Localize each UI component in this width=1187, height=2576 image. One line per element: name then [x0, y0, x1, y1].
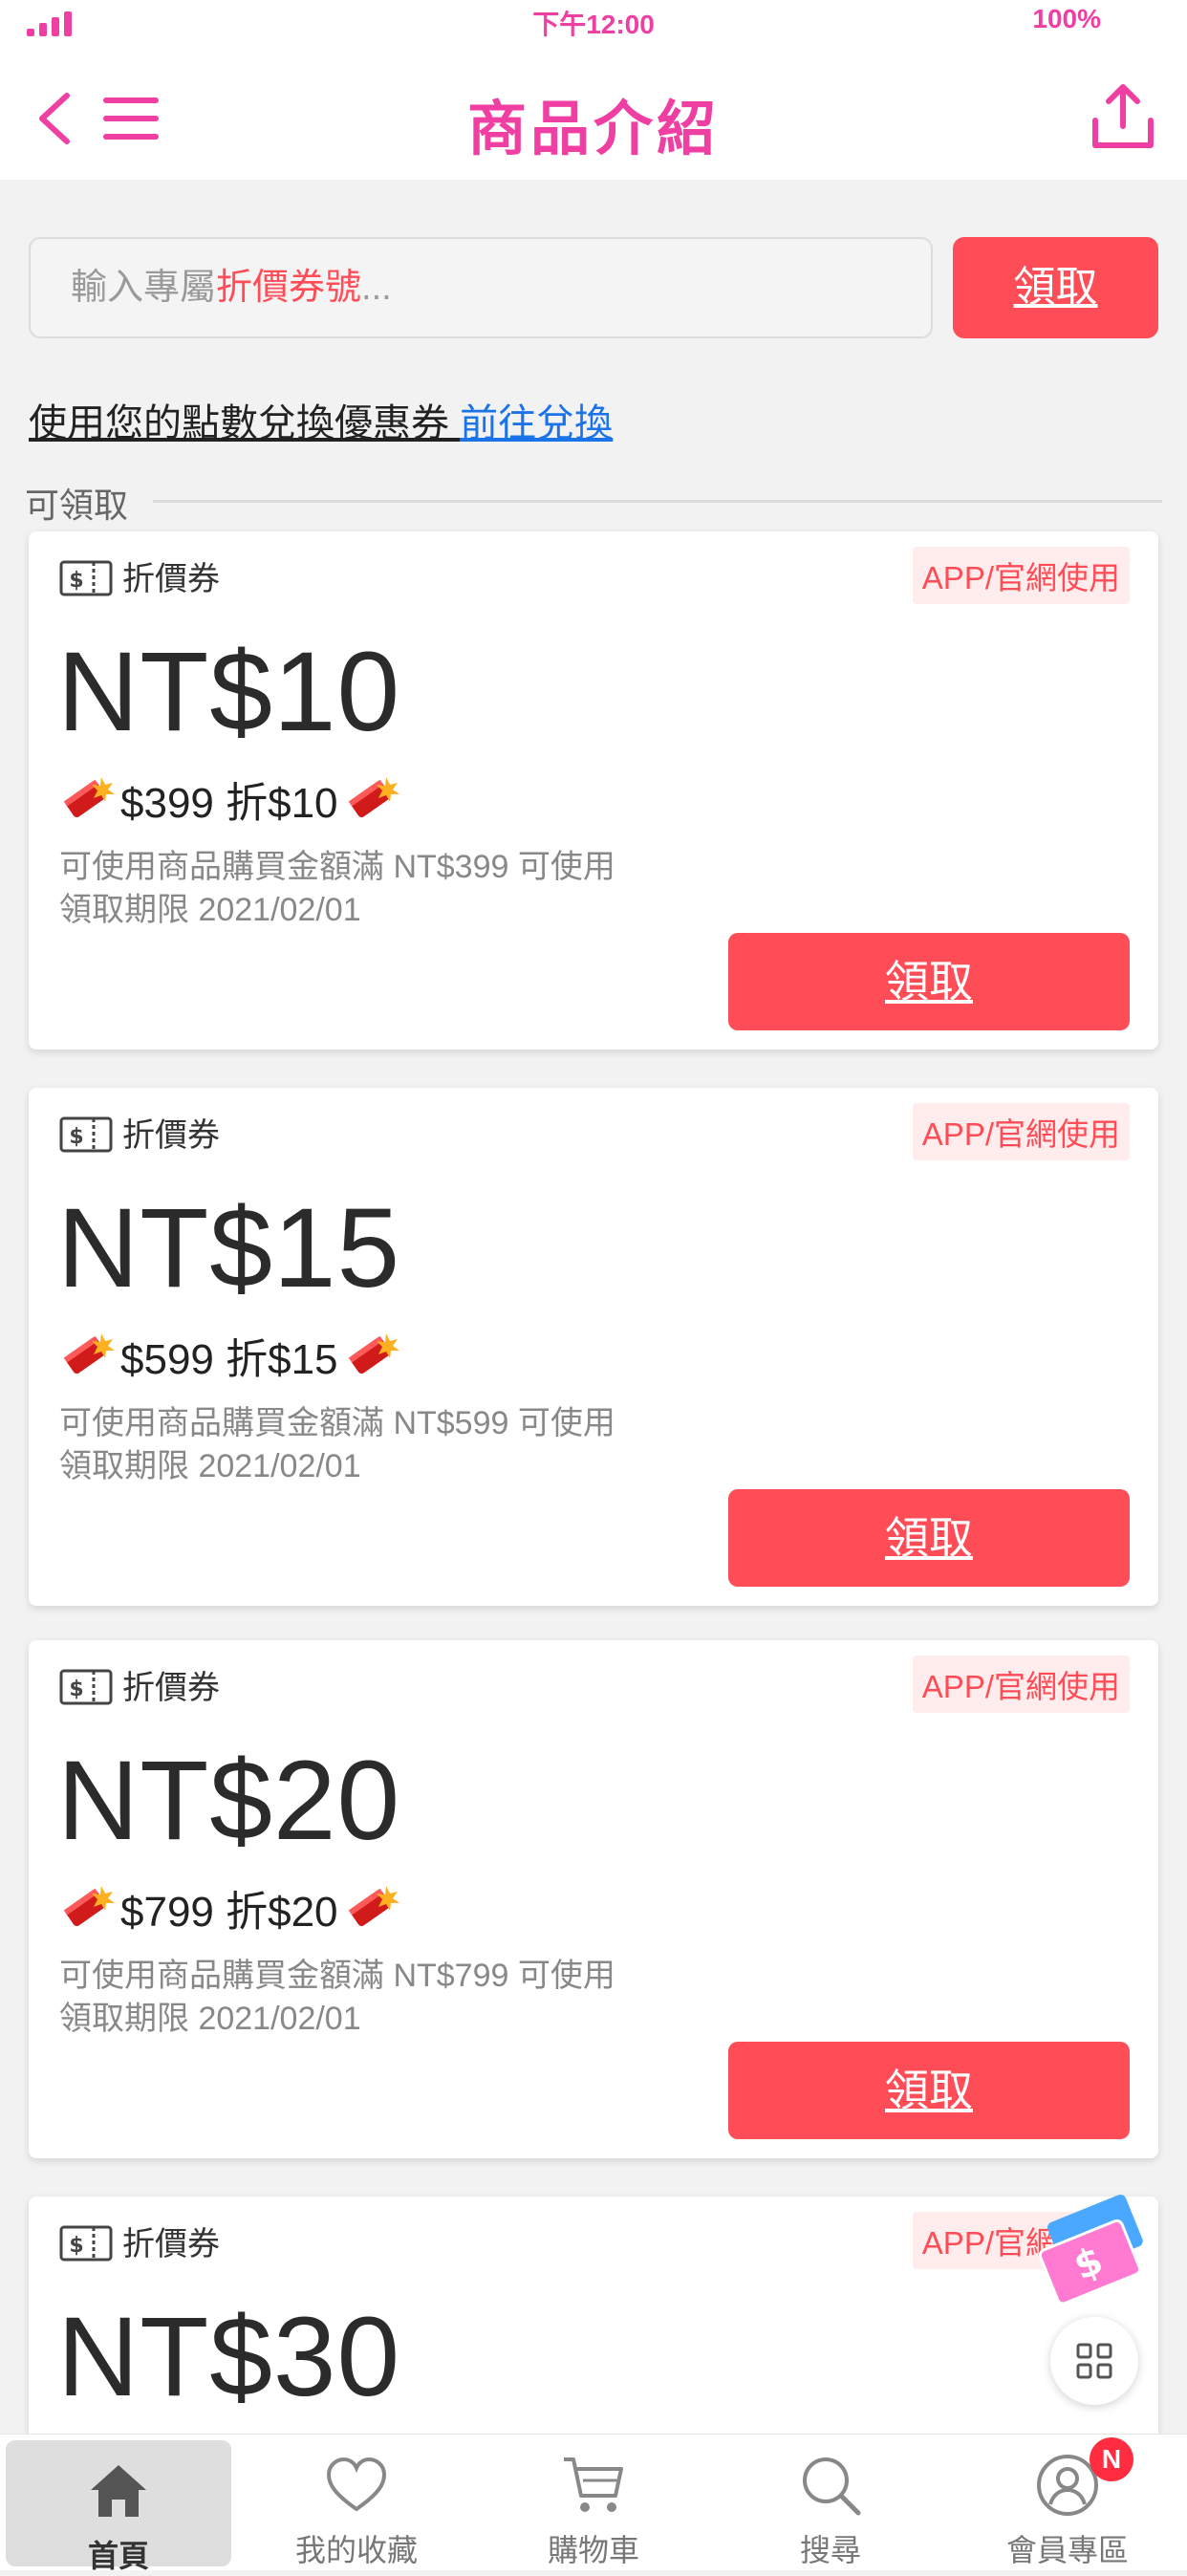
- firecracker-icon: [348, 777, 399, 818]
- nav-label: 購物車: [547, 2533, 639, 2567]
- ticket-icon: $: [59, 1116, 113, 1153]
- coupon-card: $ 折價券 APP/官網使用 NT$10 $399 折$10 可使用商品購買金額滿 NT$…: [29, 531, 1158, 1050]
- firecracker-icon: [63, 1886, 115, 1927]
- coupon-condition: 可使用商品購買金額滿 NT$799 可使用: [59, 1958, 615, 1994]
- svg-text:$: $: [69, 1678, 83, 1701]
- usage-tag: APP/官網使用: [912, 1656, 1130, 1713]
- coupon-amount: NT$15: [57, 1185, 401, 1311]
- promo-line: $599 折$15: [57, 1325, 401, 1386]
- coupon-type: 折價券: [122, 2226, 220, 2262]
- coupon-type: 折價券: [122, 1670, 220, 1706]
- coupon-type: 折價券: [122, 1117, 220, 1154]
- placeholder-highlight: 折價券號: [216, 268, 362, 308]
- page-title: 商品介紹: [466, 97, 720, 162]
- coupon-deadline: 領取期限 2021/02/01: [59, 1448, 361, 1484]
- firecracker-icon: [348, 1886, 399, 1927]
- nav-member[interactable]: 會員專區: [949, 2435, 1186, 2570]
- status-time: 下午12:00: [532, 10, 655, 39]
- claim-coupon-button[interactable]: 領取: [728, 2042, 1130, 2139]
- firecracker-icon: [63, 777, 115, 818]
- claim-coupon-button[interactable]: 領取: [728, 933, 1130, 1030]
- sale-coupon-icon[interactable]: $: [1023, 2189, 1156, 2313]
- promo-text: $399 折$10: [120, 780, 338, 827]
- search-icon: [803, 2457, 861, 2516]
- coupon-amount: NT$10: [57, 629, 401, 755]
- claim-code-button[interactable]: 領取: [953, 237, 1158, 338]
- ticket-icon: $: [59, 2225, 113, 2262]
- bottom-nav: 首頁 我的收藏 購物車 搜尋 會員專區: [0, 2434, 1187, 2573]
- ticket-icon: $: [59, 560, 113, 596]
- promo-text: $599 折$15: [120, 1336, 338, 1383]
- nav-favorites[interactable]: 我的收藏: [238, 2435, 475, 2570]
- section-divider: [153, 500, 1162, 503]
- coupon-condition: 可使用商品購買金額滿 NT$399 可使用: [59, 849, 615, 885]
- promo-line: $799 折$20: [57, 1877, 401, 1938]
- home-icon: [91, 2465, 146, 2517]
- placeholder-prefix: 輸入專屬: [71, 268, 217, 308]
- coupon-card: $ 折價券 APP/官網使用 NT$15 $599 折$15 可使用商品購買金額滿 NT$…: [29, 1088, 1158, 1606]
- svg-text:$: $: [69, 2234, 83, 2258]
- section-label: 可領取: [25, 486, 129, 525]
- svg-text:$: $: [69, 1125, 83, 1149]
- placeholder-suffix: ...: [361, 268, 392, 308]
- points-exchange-line: 使用您的點數兌換優惠券 前往兌換: [29, 392, 613, 447]
- coupon-card: $ 折價券 APP/官網使用 NT$20 $799 折$20 可使用商品購買金額滿 NT$…: [29, 1640, 1158, 2158]
- nav-search[interactable]: 搜尋: [712, 2435, 949, 2570]
- app-header: 商品介紹: [0, 42, 1187, 180]
- firecracker-icon: [348, 1333, 399, 1375]
- heart-icon: [326, 2457, 387, 2512]
- claim-coupon-button[interactable]: 領取: [728, 1489, 1130, 1587]
- firecracker-icon: [63, 1333, 115, 1375]
- coupon-amount: NT$30: [57, 2294, 401, 2420]
- exchange-link[interactable]: 前往兌換: [460, 402, 613, 444]
- usage-tag: APP/官網使用: [912, 1103, 1130, 1160]
- coupon-deadline: 領取期限 2021/02/01: [59, 892, 361, 928]
- notification-badge: N: [1090, 2437, 1133, 2481]
- nav-home[interactable]: 首頁: [6, 2440, 231, 2573]
- coupon-condition: 可使用商品購買金額滿 NT$599 可使用: [59, 1405, 615, 1441]
- status-bar: 下午12:00 100%: [0, 0, 1187, 42]
- coupon-code-input[interactable]: 輸入專屬折價券號...: [29, 237, 933, 338]
- coupon-amount: NT$20: [57, 1738, 401, 1864]
- promo-line: $399 折$10: [57, 768, 401, 830]
- points-text: 使用您的點數兌換優惠券: [29, 402, 461, 444]
- promo-text: $799 折$20: [120, 1889, 338, 1936]
- cart-icon: [564, 2457, 623, 2512]
- nav-label: 我的收藏: [294, 2533, 418, 2567]
- svg-text:$: $: [69, 569, 83, 593]
- ticket-icon: $: [59, 1669, 113, 1705]
- share-icon[interactable]: [1091, 82, 1155, 151]
- coupon-deadline: 領取期限 2021/02/01: [59, 2001, 361, 2037]
- coupon-type: 折價券: [122, 561, 220, 597]
- grid-menu-icon[interactable]: [1050, 2317, 1138, 2405]
- nav-cart[interactable]: 購物車: [475, 2435, 712, 2570]
- usage-tag: APP/官網使用: [912, 547, 1130, 604]
- battery-level: 100%: [1032, 4, 1101, 33]
- nav-label: 首頁: [87, 2539, 149, 2573]
- nav-label: 搜尋: [799, 2533, 861, 2567]
- nav-label: 會員專區: [1005, 2533, 1129, 2567]
